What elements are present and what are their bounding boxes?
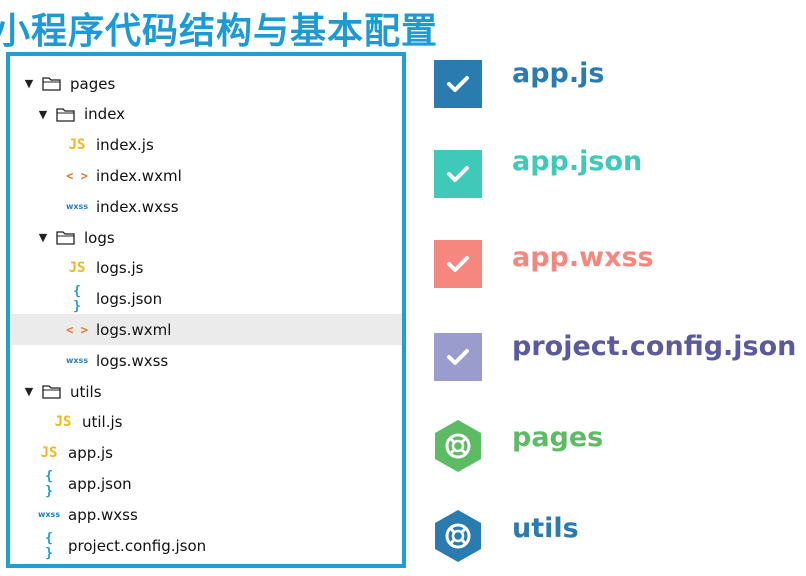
legend-label: app.js (512, 58, 605, 89)
tree-item-label: logs (84, 228, 115, 247)
tree-folder-row[interactable]: ▼ index (10, 99, 402, 130)
tree-file-row[interactable]: { } app.json (10, 468, 402, 499)
expand-caret-icon[interactable]: ▼ (22, 77, 36, 90)
tree-item-label: app.js (68, 444, 113, 463)
wxss-file-icon: wxss (38, 510, 61, 520)
tree-item-label: util.js (82, 413, 123, 432)
tree-item-label: logs.js (96, 259, 144, 278)
tree-item-label: index.js (96, 136, 154, 155)
js-file-icon: JS (68, 137, 86, 154)
tree-file-row[interactable]: JS index.js (10, 130, 402, 161)
legend-label: utils (512, 513, 579, 544)
tree-file-row[interactable]: wxss logs.wxss (10, 345, 402, 376)
tree-file-row[interactable]: { } project.config.json (10, 530, 402, 561)
expand-caret-icon[interactable]: ▼ (36, 108, 50, 121)
tree-item-label: project.config.json (68, 536, 207, 555)
tree-item-label: app.json (68, 474, 132, 493)
js-file-icon: JS (54, 414, 72, 431)
tree-folder-row[interactable]: ▼ utils (10, 376, 402, 407)
js-file-icon: JS (68, 260, 86, 277)
tree-file-row[interactable]: JS app.js (10, 438, 402, 469)
legend-label: pages (512, 422, 604, 453)
checkbox-icon (434, 333, 482, 381)
tree-folder-row[interactable]: ▼ logs (10, 222, 402, 253)
folder-icon (42, 384, 62, 399)
tree-item-label: index (84, 105, 126, 124)
folder-icon (42, 76, 62, 91)
tree-item-label: logs.wxml (96, 320, 172, 339)
checkbox-icon (434, 60, 482, 108)
expand-caret-icon[interactable]: ▼ (36, 231, 50, 244)
tree-item-label: utils (70, 382, 102, 401)
tree-file-row[interactable]: < > logs.wxml (10, 314, 402, 346)
wxss-file-icon: wxss (66, 356, 89, 366)
tree-item-label: logs.json (96, 290, 163, 309)
lifebuoy-icon (432, 418, 484, 474)
tree-file-row[interactable]: < > index.wxml (10, 160, 402, 191)
folder-icon (56, 230, 76, 245)
folder-icon (56, 107, 76, 122)
legend-label: app.json (512, 146, 643, 177)
legend-label: project.config.json (512, 331, 797, 362)
tree-item-label: logs.wxss (96, 351, 169, 370)
tree-file-row[interactable]: JS util.js (10, 407, 402, 438)
json-file-icon: { } (45, 530, 53, 561)
json-file-icon: { } (73, 284, 81, 315)
expand-caret-icon[interactable]: ▼ (22, 385, 36, 398)
tree-item-label: index.wxml (96, 166, 182, 185)
tree-file-row[interactable]: wxss app.wxss (10, 499, 402, 530)
checkbox-icon (434, 150, 482, 198)
wxml-file-icon: < > (66, 322, 88, 337)
tree-file-row[interactable]: { } logs.json (10, 284, 402, 315)
wxml-file-icon: < > (66, 168, 88, 183)
json-file-icon: { } (45, 468, 53, 499)
lifebuoy-icon (432, 508, 484, 564)
tree-item-label: app.wxss (68, 505, 138, 524)
file-tree-panel: ▼ pages ▼ index JS index.js < > index.wxml wxss i… (6, 52, 406, 568)
checkbox-icon (434, 240, 482, 288)
js-file-icon: JS (40, 445, 58, 462)
tree-file-row[interactable]: wxss index.wxss (10, 191, 402, 222)
tree-item-label: pages (70, 74, 116, 93)
page-title: 小程序代码结构与基本配置 (0, 11, 439, 52)
legend-label: app.wxss (512, 242, 654, 273)
wxss-file-icon: wxss (66, 202, 89, 212)
tree-item-label: index.wxss (96, 197, 179, 216)
tree-folder-row[interactable]: ▼ pages (10, 68, 402, 99)
tree-file-row[interactable]: JS logs.js (10, 253, 402, 284)
